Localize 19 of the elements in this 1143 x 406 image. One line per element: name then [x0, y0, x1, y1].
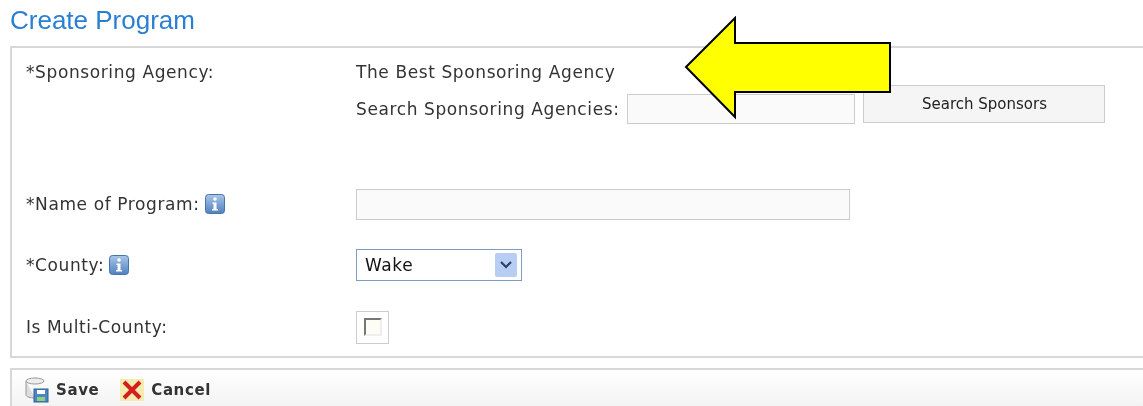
- disk-icon: [24, 377, 50, 403]
- cancel-button[interactable]: Cancel: [119, 378, 211, 402]
- save-button[interactable]: Save: [24, 377, 100, 403]
- search-label: Search Sponsoring Agencies:: [356, 99, 620, 119]
- info-icon[interactable]: [204, 194, 225, 214]
- county-dropdown[interactable]: Wake: [356, 249, 522, 281]
- field-label: Is Multi-County:: [26, 317, 168, 337]
- program-name-field[interactable]: [356, 188, 850, 220]
- info-icon[interactable]: [109, 255, 130, 275]
- search-field[interactable]: [627, 94, 856, 124]
- checkbox[interactable]: [363, 318, 382, 336]
- field-label: *Name of Program:: [26, 194, 200, 214]
- field-label: *Sponsoring Agency:: [26, 62, 215, 82]
- field-label: *County:: [26, 255, 105, 275]
- page-title: Create Program: [9, 4, 196, 37]
- caret-icon: [495, 253, 517, 277]
- agency-value: The Best Sponsoring Agency: [356, 62, 617, 82]
- search-button[interactable]: Search Sponsors: [863, 85, 1106, 123]
- x-icon: [119, 378, 146, 402]
